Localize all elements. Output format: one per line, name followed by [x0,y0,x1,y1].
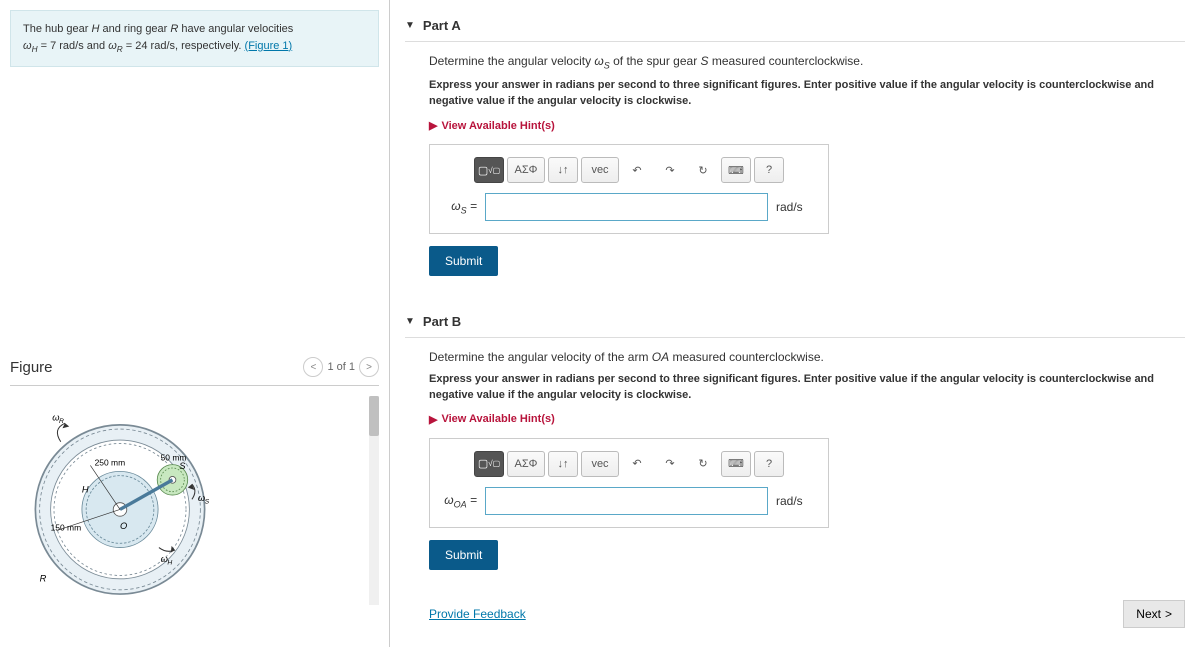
part-a-submit[interactable]: Submit [429,246,498,276]
part-b-prompt: Determine the angular velocity of the ar… [429,350,1185,364]
undo-button[interactable]: ↶ [622,157,652,183]
subscript-button-b[interactable]: ↓↑ [548,451,578,477]
figure-body: ωR ωS ωH 250 mm 50 mm 150 mm H R O S [10,385,379,615]
part-b-answer-box: ▢√▢ ΑΣΦ ↓↑ vec ↶ ↷ ↻ ⌨ ? ωOA = rad/s [429,438,829,528]
next-button[interactable]: Next > [1123,600,1185,628]
part-b-submit[interactable]: Submit [429,540,498,570]
figure-counter: 1 of 1 [327,361,355,373]
greek-button-b[interactable]: ΑΣΦ [507,451,545,477]
svg-text:150 mm: 150 mm [51,523,82,533]
part-a-instructions: Express your answer in radians per secon… [429,78,1185,109]
svg-text:H: H [167,560,172,567]
figure-title: Figure [10,359,53,376]
keyboard-button-b[interactable]: ⌨ [721,451,751,477]
part-a-prompt: Determine the angular velocity ωS of the… [429,54,1185,70]
part-b-input[interactable] [485,487,768,515]
part-a-var-label: ωS = [442,199,477,215]
subscript-button[interactable]: ↓↑ [548,157,578,183]
provide-feedback-link[interactable]: Provide Feedback [429,607,526,621]
part-a-input[interactable] [485,193,768,221]
template-button[interactable]: ▢√▢ [474,157,504,183]
keyboard-button[interactable]: ⌨ [721,157,751,183]
figure-scrollbar[interactable] [369,396,379,605]
vec-button-b[interactable]: vec [581,451,619,477]
svg-text:S: S [205,499,210,506]
part-b-var-label: ωOA = [442,493,477,509]
svg-text:S: S [179,461,186,471]
figure-link[interactable]: (Figure 1) [245,40,293,52]
greek-button[interactable]: ΑΣΦ [507,157,545,183]
chevron-right-icon: > [1165,607,1172,621]
part-a-toggle[interactable]: ▼ [405,20,415,31]
svg-text:250 mm: 250 mm [95,458,126,468]
svg-text:R: R [40,573,47,583]
template-button-b[interactable]: ▢√▢ [474,451,504,477]
svg-text:H: H [82,485,89,495]
figure-prev-button[interactable]: < [303,357,323,377]
part-b-title: Part B [423,314,461,329]
undo-button-b[interactable]: ↶ [622,451,652,477]
part-b-hints[interactable]: ▶ View Available Hint(s) [429,413,1185,426]
figure-next-button[interactable]: > [359,357,379,377]
help-button-b[interactable]: ? [754,451,784,477]
redo-button[interactable]: ↷ [655,157,685,183]
redo-button-b[interactable]: ↷ [655,451,685,477]
svg-text:O: O [120,521,127,531]
problem-intro: The hub gear H and ring gear R have angu… [10,10,379,67]
part-b-instructions: Express your answer in radians per secon… [429,372,1185,403]
reset-button[interactable]: ↻ [688,157,718,183]
svg-text:R: R [59,418,64,425]
help-button[interactable]: ? [754,157,784,183]
part-a-title: Part A [423,18,461,33]
reset-button-b[interactable]: ↻ [688,451,718,477]
part-a-hints[interactable]: ▶ View Available Hint(s) [429,119,1185,132]
vec-button[interactable]: vec [581,157,619,183]
part-a-answer-box: ▢√▢ ΑΣΦ ↓↑ vec ↶ ↷ ↻ ⌨ ? ωS = rad/s [429,144,829,234]
part-b-toggle[interactable]: ▼ [405,316,415,327]
part-b-unit: rad/s [776,494,816,508]
part-a-unit: rad/s [776,200,816,214]
gear-diagram: ωR ωS ωH 250 mm 50 mm 150 mm H R O S [10,396,230,606]
